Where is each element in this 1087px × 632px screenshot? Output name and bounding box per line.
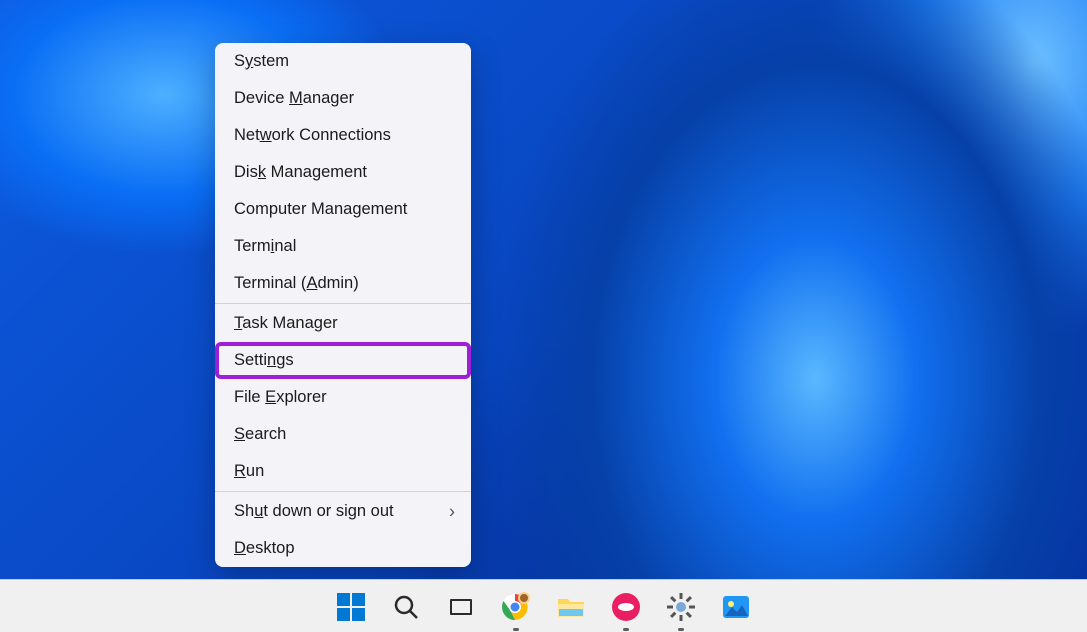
menu-item-disk-management[interactable]: Disk Management xyxy=(215,154,471,191)
menu-item-desktop[interactable]: Desktop xyxy=(215,530,471,567)
file-explorer-icon[interactable] xyxy=(551,587,591,627)
menu-item-run[interactable]: Run xyxy=(215,453,471,490)
start-button[interactable] xyxy=(331,587,371,627)
search-button[interactable] xyxy=(386,587,426,627)
menu-item-shut-down-or-sign-out[interactable]: Shut down or sign out xyxy=(215,493,471,530)
menu-item-terminal[interactable]: Terminal xyxy=(215,228,471,265)
winx-context-menu: SystemDevice ManagerNetwork ConnectionsD… xyxy=(215,43,471,567)
menu-separator xyxy=(215,303,471,304)
settings-icon[interactable] xyxy=(661,587,701,627)
menu-item-file-explorer[interactable]: File Explorer xyxy=(215,379,471,416)
task-view-button[interactable] xyxy=(441,587,481,627)
photos-icon[interactable] xyxy=(716,587,756,627)
menu-separator xyxy=(215,491,471,492)
menu-item-search[interactable]: Search xyxy=(215,416,471,453)
menu-item-task-manager[interactable]: Task Manager xyxy=(215,305,471,342)
taskbar xyxy=(0,579,1087,632)
menu-item-computer-management[interactable]: Computer Management xyxy=(215,191,471,228)
menu-item-network-connections[interactable]: Network Connections xyxy=(215,117,471,154)
chrome-icon[interactable] xyxy=(496,587,536,627)
desktop-wallpaper xyxy=(0,0,1087,632)
app-kiss-icon[interactable] xyxy=(606,587,646,627)
menu-item-settings[interactable]: Settings xyxy=(215,342,471,379)
menu-item-device-manager[interactable]: Device Manager xyxy=(215,80,471,117)
menu-item-system[interactable]: System xyxy=(215,43,471,80)
menu-item-terminal-admin[interactable]: Terminal (Admin) xyxy=(215,265,471,302)
